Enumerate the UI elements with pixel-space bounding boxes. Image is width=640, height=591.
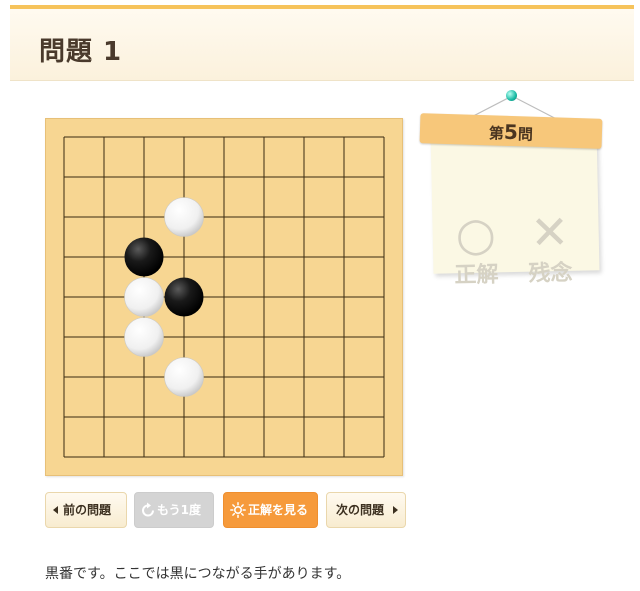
prev-problem-button[interactable]: 前の問題 [45, 492, 127, 528]
wrong-indicator: ✕ 残念 [514, 204, 586, 288]
correct-label: 正解 [454, 262, 499, 289]
white-stone [124, 277, 164, 317]
next-problem-label: 次の問題 [336, 503, 385, 517]
question-number-prefix: 第 [488, 124, 505, 143]
next-problem-button[interactable]: 次の問題 [326, 492, 406, 528]
page-header: 問題 1 [10, 5, 634, 81]
triangle-right-icon [393, 506, 398, 514]
black-stone [124, 237, 164, 277]
retry-icon [142, 502, 154, 517]
black-stone [164, 277, 204, 317]
go-board-grid[interactable] [45, 118, 403, 476]
board-lines [63, 136, 385, 458]
lightbulb-icon [230, 502, 246, 518]
problem-instruction: 黒番です。ここでは黒につながる手があります。 [45, 566, 351, 582]
page-title: 問題 1 [39, 37, 123, 67]
show-answer-label: 正解を見る [248, 503, 309, 517]
retry-button[interactable]: もう1度 [134, 492, 214, 528]
prev-problem-label: 前の問題 [63, 503, 112, 517]
question-number: 5 [503, 119, 519, 145]
go-board[interactable] [45, 118, 403, 476]
question-number-label: 第5問 [420, 117, 603, 147]
white-stone [164, 197, 204, 237]
circle-icon: ○ [455, 206, 497, 262]
white-stone [164, 357, 204, 397]
problem-page: 問題 1 ○ 正解 ✕ 残念 第5問 前の問題 もう1度 正解を見る 次の問題 … [0, 0, 640, 591]
score-note: ○ 正解 ✕ 残念 [430, 128, 600, 288]
wrong-label: 残念 [528, 260, 573, 287]
retry-label: もう1度 [157, 503, 201, 517]
cross-icon: ✕ [529, 204, 570, 260]
triangle-left-icon [53, 506, 58, 514]
white-stone [124, 317, 164, 357]
question-counter-card: ○ 正解 ✕ 残念 第5問 [419, 88, 605, 288]
question-number-banner: 第5問 [419, 113, 603, 149]
correct-indicator: ○ 正解 [440, 206, 512, 289]
pin-icon [506, 90, 517, 101]
question-number-suffix: 問 [517, 125, 534, 144]
show-answer-button[interactable]: 正解を見る [223, 492, 318, 528]
